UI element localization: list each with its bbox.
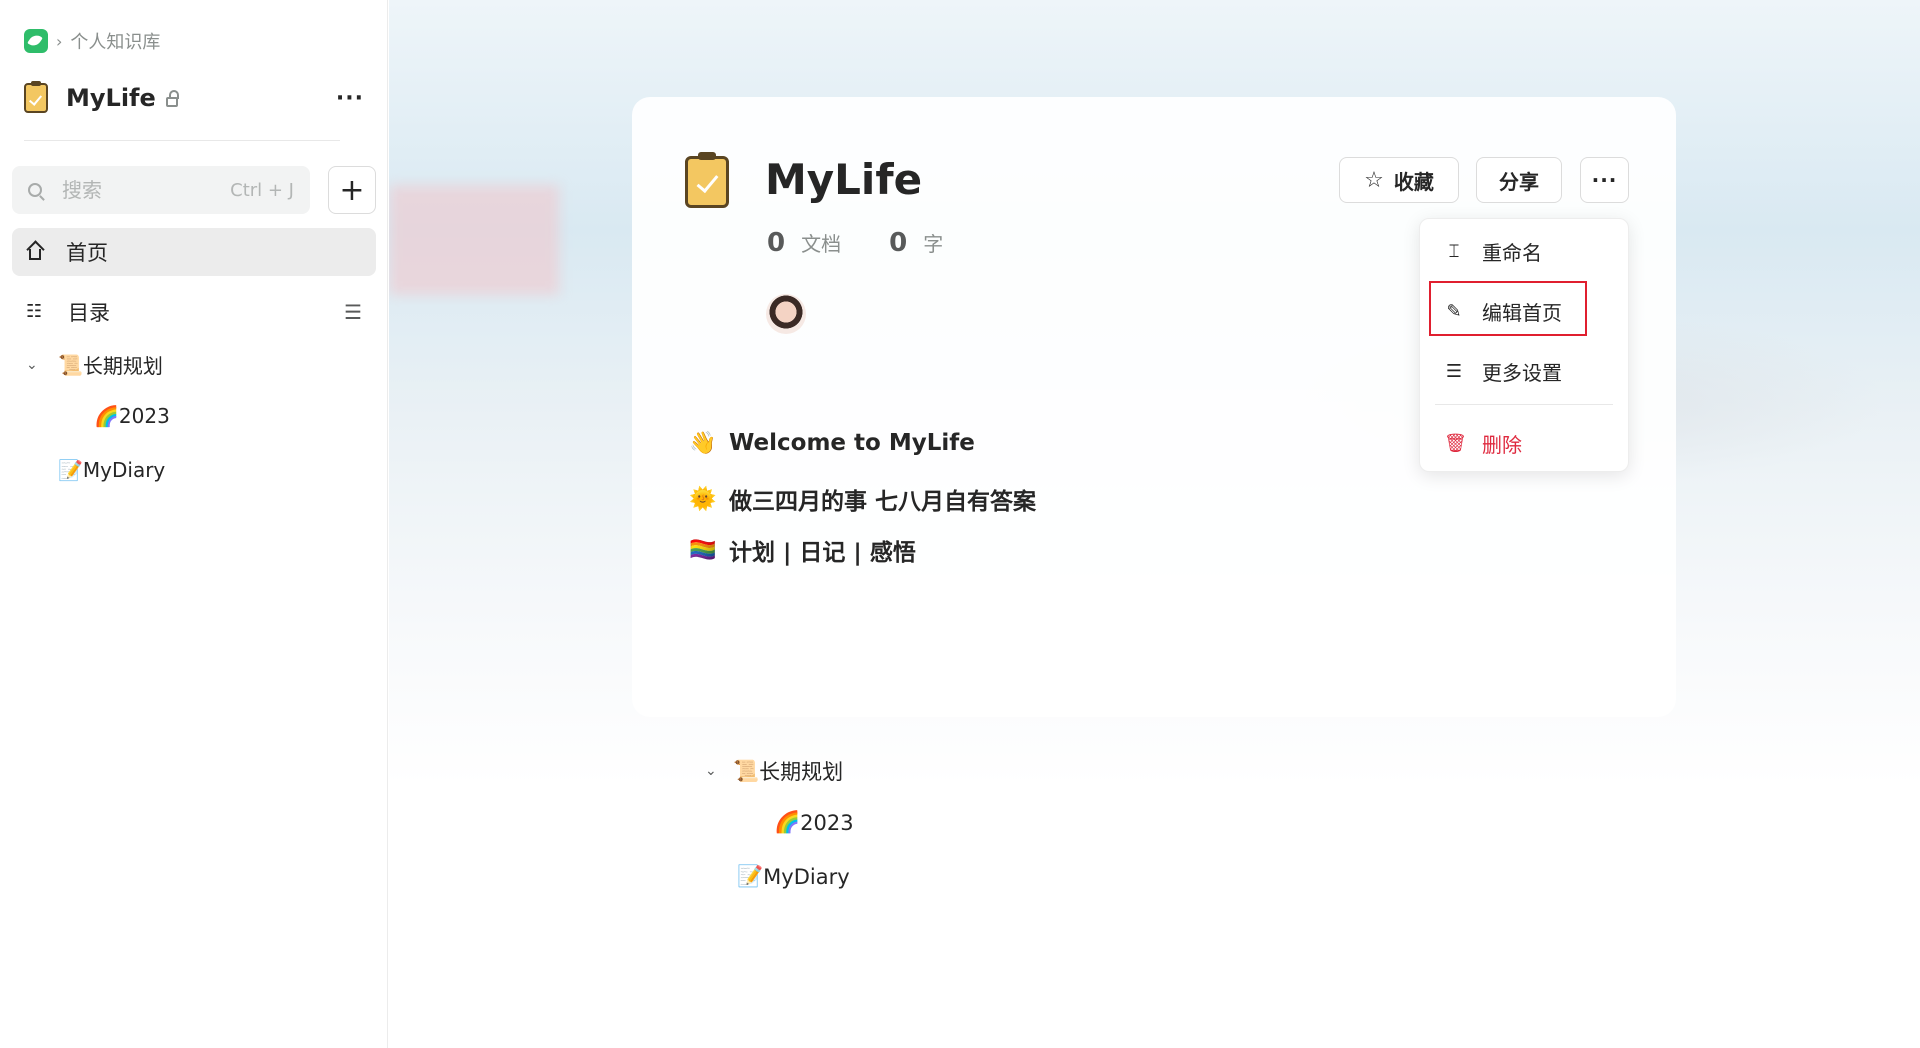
lock-icon — [165, 90, 179, 107]
page-title: MyLife — [765, 155, 923, 204]
favorite-label: 收藏 — [1393, 169, 1434, 194]
waving-hand-icon: 👋 — [689, 430, 717, 456]
content-line: 🌞 做三四月的事 七八月自有答案 — [689, 482, 1036, 516]
menu-item-label: 删除 — [1482, 432, 1522, 457]
memo-icon: 📝 — [737, 864, 764, 888]
clipboard-icon — [24, 81, 48, 113]
chevron-down-icon[interactable]: ⌄ — [705, 763, 717, 779]
nav-item-label: 首页 — [66, 241, 108, 265]
menu-item-label: 重命名 — [1482, 240, 1542, 265]
toc-toggle-icon[interactable]: ☰ — [344, 300, 362, 324]
more-dots-icon: ··· — [1591, 168, 1618, 192]
catalog-item-label: 2023 — [800, 810, 854, 835]
menu-divider — [1435, 404, 1613, 405]
scroll-icon: 📜 — [733, 758, 760, 783]
chevron-down-icon[interactable]: ⌄ — [26, 357, 38, 373]
catalog-item[interactable]: ⌄ 📜 长期规划 — [705, 756, 843, 786]
share-button[interactable]: 分享 — [1476, 157, 1562, 203]
main-area: MyLife 0 文档 0 字 ☆ 收藏 分享 ··· ⌶ 重命名 ✎ 编辑首页… — [389, 0, 1920, 1048]
more-button[interactable]: ··· — [1580, 157, 1629, 203]
more-menu: ⌶ 重命名 ✎ 编辑首页 ☰ 更多设置 🗑 删除 — [1419, 218, 1629, 472]
breadcrumb: › 个人知识库 — [24, 28, 160, 54]
search-input[interactable] — [60, 177, 214, 203]
catalog-item-label: MyDiary — [763, 864, 850, 889]
catalog-item[interactable]: 🌈 2023 — [774, 810, 854, 835]
memo-icon: 📝 — [58, 458, 83, 482]
background-decoration — [389, 185, 559, 295]
sliders-icon: ☰ — [1445, 360, 1463, 382]
add-button[interactable]: + — [328, 166, 376, 214]
content-line: 🏳️‍🌈 计划 | 日记 | 感悟 — [689, 533, 916, 567]
share-label: 分享 — [1499, 169, 1539, 194]
chevron-right-icon: › — [56, 31, 63, 51]
favorite-button[interactable]: ☆ 收藏 — [1339, 157, 1459, 203]
highlight-box — [1429, 281, 1587, 336]
doc-count-label: 文档 — [801, 232, 842, 256]
tree-item[interactable]: 🌈 2023 — [94, 404, 170, 428]
nav-item-home[interactable]: 首页 — [12, 228, 376, 276]
word-count: 0 — [889, 228, 908, 258]
knowledge-base-name[interactable]: MyLife — [66, 84, 156, 112]
tree-item-label: 2023 — [118, 404, 170, 428]
menu-item-more-settings[interactable]: ☰ 更多设置 — [1420, 347, 1628, 395]
doc-count: 0 — [767, 228, 786, 258]
list-icon: ☷ — [26, 301, 43, 322]
trash-icon: 🗑 — [1444, 432, 1467, 454]
stats: 0 文档 0 字 — [767, 228, 943, 258]
search-shortcut-hint: Ctrl + J — [230, 179, 294, 201]
app-logo-icon[interactable] — [24, 29, 48, 53]
star-icon: ☆ — [1364, 167, 1384, 193]
rainbow-flag-icon: 🏳️‍🌈 — [689, 537, 717, 563]
clipboard-icon — [685, 152, 729, 208]
home-icon — [26, 244, 44, 260]
catalog-item[interactable]: 📝 MyDiary — [737, 864, 850, 889]
nav-item-label: 目录 — [68, 301, 110, 325]
rename-icon: ⌶ — [1448, 240, 1460, 262]
breadcrumb-link[interactable]: 个人知识库 — [70, 28, 160, 54]
rainbow-icon: 🌈 — [774, 810, 801, 834]
tree-item[interactable]: 📝 MyDiary — [58, 458, 165, 482]
content-line: 👋 Welcome to MyLife — [689, 430, 975, 456]
word-count-label: 字 — [923, 232, 944, 256]
tree-item-label: MyDiary — [82, 458, 166, 482]
tree-item-label: 长期规划 — [82, 354, 163, 378]
rainbow-icon: 🌈 — [94, 404, 119, 428]
content-text: Welcome to MyLife — [729, 430, 975, 456]
knowledge-base-header: MyLife ··· — [24, 78, 364, 118]
menu-item-label: 更多设置 — [1482, 360, 1562, 385]
avatar[interactable] — [766, 294, 806, 334]
divider — [24, 140, 340, 141]
menu-item-rename[interactable]: ⌶ 重命名 — [1420, 227, 1628, 275]
content-text: 计划 | 日记 | 感悟 — [729, 540, 916, 566]
sidebar: › 个人知识库 MyLife ··· Ctrl + J + 首页 ☷ 目录 ☰ … — [0, 0, 388, 1048]
search-icon — [28, 183, 42, 197]
scroll-icon: 📜 — [58, 352, 83, 377]
more-options-icon[interactable]: ··· — [336, 86, 364, 111]
tree-item[interactable]: ⌄ 📜 长期规划 — [26, 350, 163, 379]
nav-item-toc[interactable]: ☷ 目录 ☰ — [12, 288, 376, 336]
sun-icon: 🌞 — [689, 486, 717, 512]
menu-item-delete[interactable]: 🗑 删除 — [1420, 419, 1628, 467]
search-box[interactable]: Ctrl + J — [12, 166, 310, 214]
catalog-item-label: 长期规划 — [759, 760, 844, 784]
plus-icon: + — [339, 172, 365, 208]
content-text: 做三四月的事 七八月自有答案 — [729, 489, 1037, 515]
